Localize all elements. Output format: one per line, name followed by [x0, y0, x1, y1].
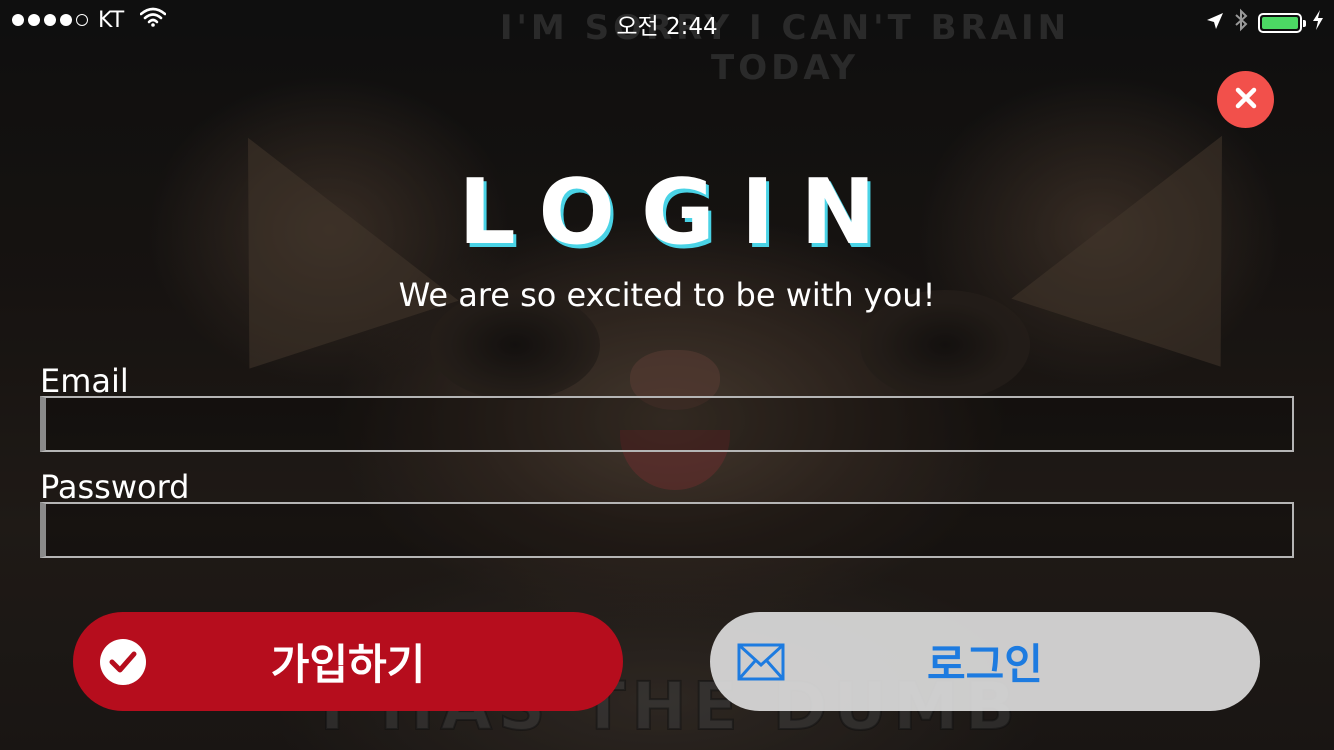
signup-button[interactable]: 가입하기	[73, 612, 623, 711]
battery-level-fill	[1262, 17, 1298, 29]
password-field[interactable]	[40, 502, 1294, 558]
signup-button-label: 가입하기	[270, 640, 426, 689]
password-label: Password	[40, 468, 190, 506]
location-arrow-icon	[1206, 11, 1224, 36]
charging-bolt-icon	[1312, 10, 1324, 36]
login-button[interactable]: 로그인	[710, 612, 1260, 711]
status-bar: KT 오전 2:44	[0, 0, 1334, 40]
checkmark-circle-icon	[99, 638, 147, 686]
bluetooth-icon	[1234, 8, 1248, 38]
close-button[interactable]	[1217, 71, 1274, 128]
close-icon	[1234, 86, 1258, 114]
page-subtitle: We are so excited to be with you!	[398, 276, 936, 314]
envelope-icon	[736, 640, 786, 684]
page-title: LOGIN	[458, 160, 902, 265]
battery-icon	[1258, 13, 1306, 33]
login-button-label: 로그인	[927, 640, 1043, 689]
email-label: Email	[40, 362, 129, 400]
status-time: 오전 2:44	[616, 14, 718, 40]
status-right-icons	[1206, 8, 1324, 38]
email-field[interactable]	[40, 396, 1294, 452]
